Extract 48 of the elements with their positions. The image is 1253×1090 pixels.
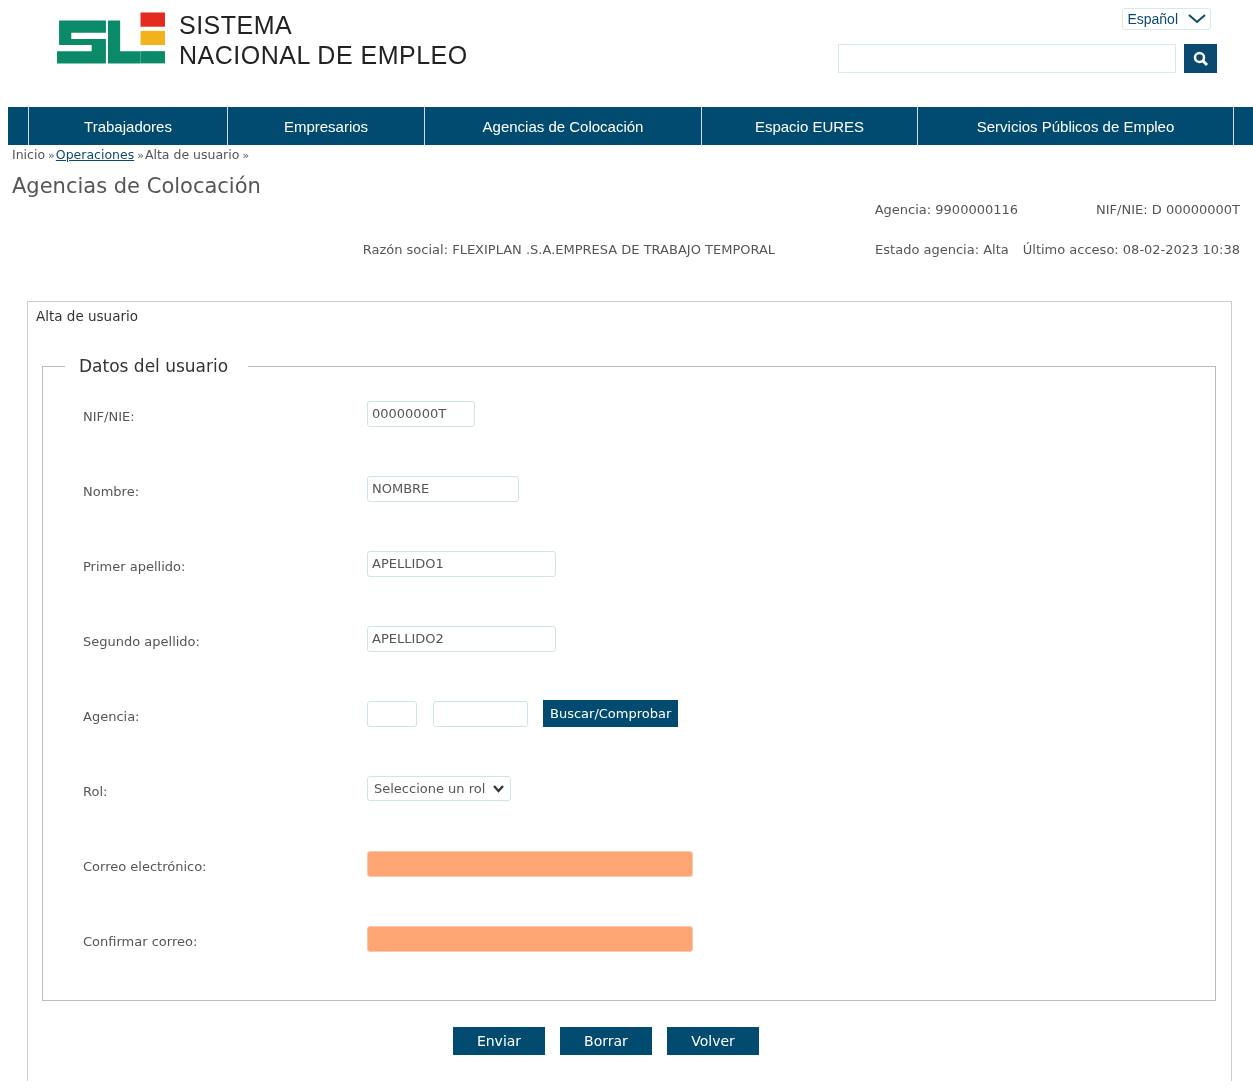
company-name: Razón social: FLEXIPLAN .S.A.EMPRESA DE TRABAJO TEMPORAL: [362, 242, 776, 257]
role-select[interactable]: Seleccione un rol: [367, 776, 512, 801]
input-field[interactable]: [367, 850, 693, 877]
field-label: Primer apellido:: [83, 558, 187, 574]
breadcrumb-item: Alta de usuario: [144, 147, 240, 162]
breadcrumb-link[interactable]: Operaciones: [55, 147, 135, 162]
input-field[interactable]: [433, 700, 528, 727]
language-select[interactable]: Español: [1122, 8, 1211, 30]
nav-tab[interactable]: Empresarios: [228, 107, 425, 145]
form-button[interactable]: Enviar: [453, 1027, 545, 1055]
agency-number: Agencia: 9900000116: [874, 202, 1019, 217]
field-label: NIF/NIE:: [83, 408, 136, 424]
search-field[interactable]: [838, 44, 1176, 73]
breadcrumb-separator: »: [242, 149, 250, 162]
breadcrumb-item: Inicio: [12, 147, 46, 162]
breadcrumb-separator: »: [48, 149, 55, 162]
last-access: Último acceso: 08-02-2023 10:38: [1022, 242, 1240, 257]
input-field[interactable]: 00000000T: [367, 400, 475, 427]
nav-tab[interactable]: Agencias de Colocación: [425, 107, 702, 145]
field-label: Correo electrónico:: [83, 858, 208, 874]
search-check-button[interactable]: Buscar/Comprobar: [543, 700, 679, 727]
field-label: Rol:: [83, 783, 109, 799]
search-button[interactable]: [1184, 44, 1217, 73]
nav-tab[interactable]: Trabajadores: [29, 107, 228, 145]
input-field[interactable]: NOMBRE: [367, 475, 519, 502]
form-button[interactable]: Borrar: [560, 1027, 652, 1055]
agency-status: Estado agencia: Alta: [875, 242, 1009, 257]
field-label: Segundo apellido:: [83, 633, 201, 649]
agency-nif: NIF/NIE: D 00000000T: [1096, 202, 1240, 217]
input-field[interactable]: [367, 700, 417, 727]
nav-tab[interactable]: Servicios Públicos de Empleo: [918, 107, 1234, 145]
field-label: Nombre:: [83, 483, 141, 499]
input-field[interactable]: APELLIDO2: [367, 625, 556, 652]
chevron-down-icon: [1188, 14, 1206, 24]
search-icon: [1192, 50, 1209, 67]
chevron-down-icon: [493, 784, 505, 793]
field-label: Agencia:: [83, 708, 141, 724]
nav-tab[interactable]: Espacio EURES: [702, 107, 918, 145]
page-title: Agencias de Colocación: [12, 174, 262, 198]
input-field[interactable]: [367, 925, 693, 952]
form-button[interactable]: Volver: [667, 1027, 759, 1055]
field-label: Confirmar correo:: [83, 933, 199, 949]
fieldset-title: Datos del usuario: [78, 356, 230, 376]
logo-text: SISTEMA: [179, 10, 294, 40]
logo-text: NACIONAL DE EMPLEO: [179, 40, 468, 70]
breadcrumb-separator: »: [137, 149, 144, 162]
input-field[interactable]: APELLIDO1: [367, 550, 556, 577]
panel-title: Alta de usuario: [36, 308, 139, 324]
